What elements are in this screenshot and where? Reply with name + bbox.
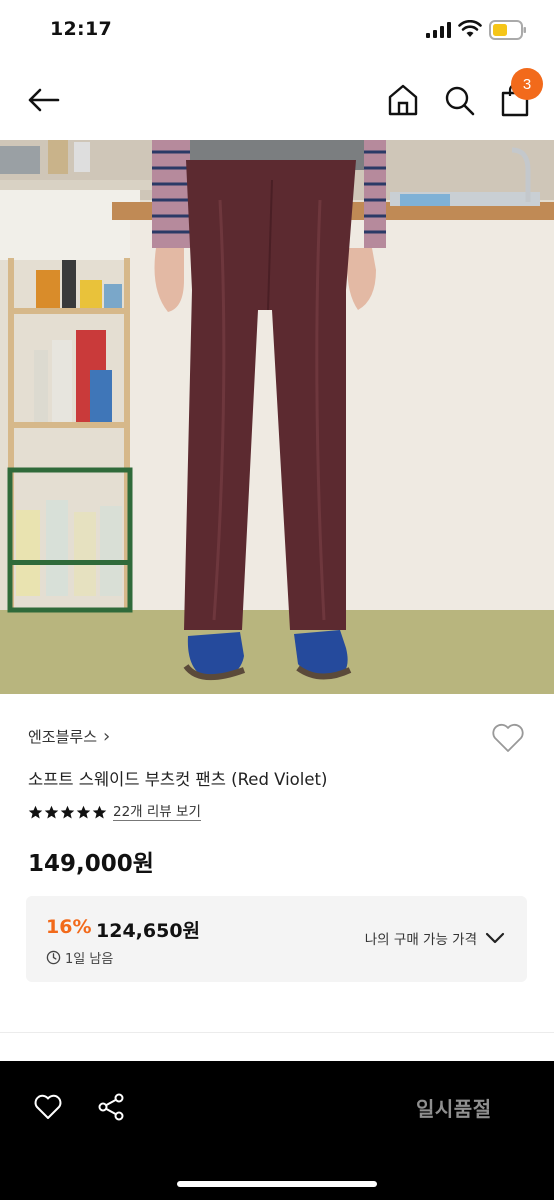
back-button[interactable] [22, 82, 64, 118]
brand-link[interactable]: 엔조블루스 › [28, 724, 110, 748]
home-indicator [177, 1181, 377, 1187]
share-icon [98, 1093, 124, 1121]
nav-bar [0, 60, 554, 140]
arrow-left-icon [28, 88, 60, 112]
status-time: 12:17 [50, 18, 112, 40]
search-icon [445, 86, 475, 116]
discount-box: 16% 124,650원 1일 남음 나의 구매 가능 가격 [26, 896, 527, 982]
review-link[interactable]: 22개 리뷰 보기 [113, 804, 201, 821]
home-button[interactable] [386, 82, 420, 118]
wifi-icon [458, 20, 482, 37]
chevron-right-icon: › [103, 725, 111, 747]
search-button[interactable] [442, 82, 476, 118]
battery-icon [489, 20, 526, 40]
star-icon [92, 805, 107, 819]
star-icon [28, 805, 43, 819]
clock-icon [46, 950, 61, 965]
my-price-toggle[interactable]: 나의 구매 가능 가격 [365, 928, 505, 948]
star-icon [44, 805, 59, 819]
star-rating [28, 805, 107, 820]
sold-out-label: 일시품절 [416, 1097, 492, 1121]
cart-count-badge: 3 [511, 68, 543, 100]
like-button[interactable] [32, 1091, 64, 1123]
product-photo-illustration [0, 140, 554, 694]
chevron-down-icon [485, 932, 505, 944]
star-icon [60, 805, 75, 819]
home-icon [388, 84, 418, 116]
brand-name: 엔조블루스 [28, 727, 98, 746]
wishlist-button[interactable] [490, 720, 526, 756]
rating-row: 22개 리뷰 보기 [28, 804, 201, 821]
share-button[interactable] [96, 1091, 128, 1123]
heart-icon [492, 723, 524, 752]
signal-icon [426, 22, 451, 38]
bottom-action-bar: 일시품절 [0, 1061, 554, 1200]
product-image[interactable] [0, 140, 554, 694]
discount-price: 124,650원 [96, 920, 201, 942]
status-bar: 12:17 [0, 0, 554, 60]
original-price: 149,000원 [28, 851, 154, 877]
star-icon [76, 805, 91, 819]
section-divider [0, 1032, 554, 1033]
discount-rate: 16% [46, 916, 92, 938]
time-left: 1일 남음 [46, 948, 113, 967]
heart-icon [34, 1094, 62, 1119]
my-price-label: 나의 구매 가능 가격 [364, 932, 477, 948]
product-name: 소프트 스웨이드 부츠컷 팬츠 (Red Violet) [28, 770, 328, 789]
time-left-text: 1일 남음 [65, 952, 114, 967]
